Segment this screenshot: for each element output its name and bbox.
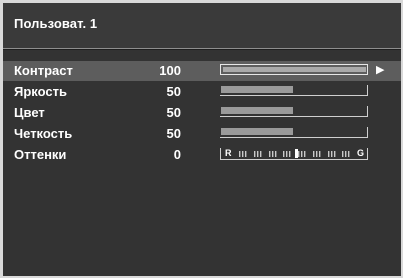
menu-item-color[interactable]: Цвет 50 <box>3 103 401 123</box>
menu-title: Пользоват. 1 <box>14 16 98 31</box>
settings-menu: Пользоват. 1 Контраст 100 ▶ Яркость 50 Ц… <box>0 0 403 278</box>
brightness-slider[interactable] <box>220 85 368 96</box>
tint-tick <box>345 151 347 157</box>
tint-tick <box>275 151 277 157</box>
tint-tick <box>313 151 315 157</box>
tint-value: 0 <box>173 147 181 162</box>
tint-tick <box>304 151 306 157</box>
menu-list: Контраст 100 ▶ Яркость 50 Цвет 50 Четкос… <box>3 61 401 166</box>
brightness-slider-fill <box>221 86 293 93</box>
brightness-label: Яркость <box>14 84 67 99</box>
tint-tick <box>245 151 247 157</box>
tint-tick <box>289 151 291 157</box>
header-divider <box>3 48 401 50</box>
tint-tick <box>319 151 321 157</box>
color-slider[interactable] <box>220 106 368 117</box>
tint-tick <box>298 151 300 157</box>
tint-tick <box>254 151 256 157</box>
tint-tick <box>342 151 344 157</box>
sharpness-slider-fill <box>221 128 293 135</box>
tint-tick <box>348 151 350 157</box>
tint-tick <box>286 151 288 157</box>
contrast-slider-fill <box>223 67 366 72</box>
tint-green-end-label: G <box>356 148 364 158</box>
contrast-slider[interactable] <box>220 64 368 75</box>
tint-slider[interactable]: R G <box>220 148 368 160</box>
sharpness-label: Четкость <box>14 126 73 141</box>
sharpness-slider[interactable] <box>220 127 368 138</box>
contrast-value: 100 <box>159 63 181 78</box>
menu-item-sharpness[interactable]: Четкость 50 <box>3 124 401 144</box>
menu-item-brightness[interactable]: Яркость 50 <box>3 82 401 102</box>
tint-tick <box>260 151 262 157</box>
tint-tick <box>331 151 333 157</box>
tint-label: Оттенки <box>14 147 67 162</box>
tint-tick <box>283 151 285 157</box>
tint-tick <box>328 151 330 157</box>
color-slider-fill <box>221 107 293 114</box>
contrast-label: Контраст <box>14 63 73 78</box>
color-label: Цвет <box>14 105 45 120</box>
color-value: 50 <box>166 105 181 120</box>
menu-item-tint[interactable]: Оттенки 0 R G <box>3 145 401 165</box>
menu-item-contrast[interactable]: Контраст 100 ▶ <box>3 61 401 81</box>
tint-scale-ticks <box>239 149 350 158</box>
right-arrow-icon: ▶ <box>376 64 385 76</box>
tint-tick <box>239 151 241 157</box>
tint-tick <box>316 151 318 157</box>
tint-red-end-label: R <box>225 148 232 158</box>
tint-tick <box>272 151 274 157</box>
tint-tick <box>257 151 259 157</box>
menu-header: Пользоват. 1 <box>3 3 401 48</box>
tint-tick <box>242 151 244 157</box>
tint-tick <box>334 151 336 157</box>
tint-tick <box>301 151 303 157</box>
tint-tick <box>269 151 271 157</box>
tint-position-marker <box>295 149 298 158</box>
sharpness-value: 50 <box>166 126 181 141</box>
brightness-value: 50 <box>166 84 181 99</box>
